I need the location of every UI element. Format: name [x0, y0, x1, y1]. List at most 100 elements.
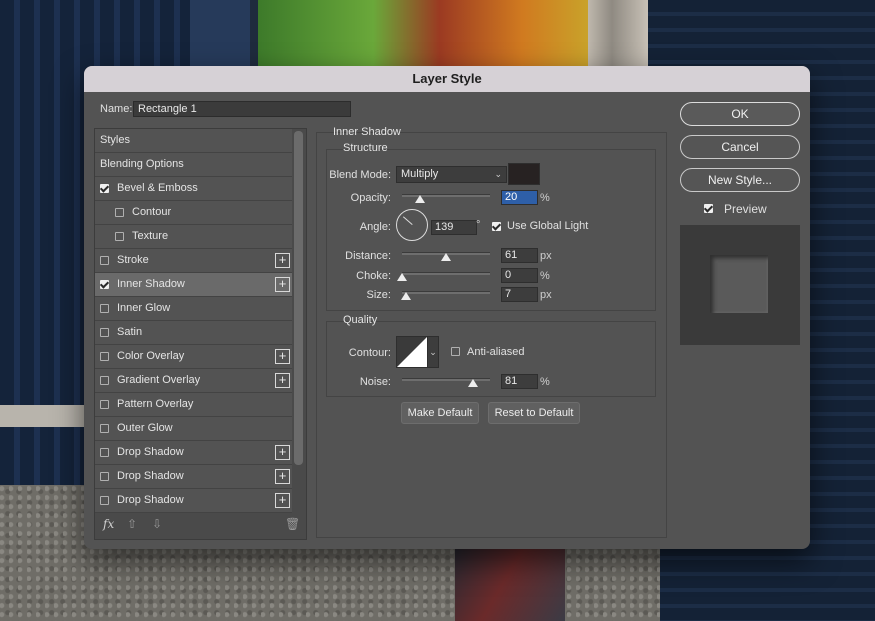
style-checkbox[interactable] [100, 184, 109, 193]
styles-list-item[interactable]: Blending Options [95, 153, 292, 177]
style-label: Texture [132, 230, 169, 242]
background-ledge [0, 405, 85, 427]
styles-list-item[interactable]: Pattern Overlay [95, 393, 292, 417]
styles-list-item[interactable]: Inner Glow [95, 297, 292, 321]
new-style-button[interactable]: New Style... [680, 168, 800, 192]
background-person [455, 548, 565, 621]
add-effect-plus-icon[interactable]: + [275, 349, 290, 364]
style-label: Satin [117, 326, 143, 338]
structure-group: Structure Blend Mode: Multiply ⌄ Opacity… [326, 142, 656, 311]
style-checkbox[interactable] [100, 496, 109, 505]
reset-to-default-button[interactable]: Reset to Default [488, 402, 580, 424]
distance-slider-thumb[interactable] [441, 253, 451, 261]
move-up-icon[interactable]: ⇧ [127, 517, 137, 531]
size-label: Size: [366, 289, 391, 301]
background-poster [258, 0, 588, 70]
style-checkbox[interactable] [100, 304, 109, 313]
name-input[interactable]: Rectangle 1 [133, 101, 351, 117]
style-checkbox[interactable] [100, 256, 109, 265]
style-label: Inner Shadow [117, 278, 185, 290]
use-global-light-checkbox[interactable] [492, 222, 501, 231]
style-checkbox[interactable] [115, 208, 124, 217]
choke-slider[interactable] [402, 272, 490, 275]
preview-square [710, 255, 768, 313]
style-label: Drop Shadow [117, 470, 184, 482]
blend-mode-value: Multiply [401, 168, 439, 180]
style-label: Contour [132, 206, 172, 218]
distance-input[interactable]: 61 [501, 248, 538, 263]
shadow-color-swatch[interactable] [508, 163, 540, 185]
style-label: Drop Shadow [117, 494, 184, 506]
add-effect-plus-icon[interactable]: + [275, 469, 290, 484]
trash-icon[interactable]: 🗑 [285, 517, 300, 531]
angle-unit: ° [476, 219, 481, 231]
size-unit: px [540, 289, 552, 301]
styles-list-item[interactable]: Styles [95, 129, 292, 153]
add-effect-plus-icon[interactable]: + [275, 253, 290, 268]
styles-list-item[interactable]: Satin [95, 321, 292, 345]
add-effect-plus-icon[interactable]: + [275, 277, 290, 292]
style-checkbox[interactable] [100, 472, 109, 481]
styles-list-item[interactable]: Drop Shadow + [95, 489, 292, 513]
styles-list-item[interactable]: Stroke + [95, 249, 292, 273]
styles-footer: fx ⇧ ⇩ 🗑 [95, 511, 306, 537]
choke-slider-thumb[interactable] [397, 273, 407, 281]
style-label: Drop Shadow [117, 446, 184, 458]
style-checkbox[interactable] [100, 328, 109, 337]
fx-icon[interactable]: fx [103, 517, 114, 531]
style-checkbox[interactable] [115, 232, 124, 241]
angle-input[interactable]: 139 [431, 220, 477, 235]
style-checkbox[interactable] [100, 448, 109, 457]
choke-unit: % [540, 270, 550, 282]
choke-label: Choke: [356, 270, 391, 282]
add-effect-plus-icon[interactable]: + [275, 493, 290, 508]
opacity-slider-thumb[interactable] [414, 195, 425, 203]
styles-list-item[interactable]: Contour [95, 201, 292, 225]
distance-label: Distance: [345, 250, 391, 262]
style-label: Inner Glow [117, 302, 171, 314]
style-checkbox[interactable] [100, 352, 109, 361]
add-effect-plus-icon[interactable]: + [275, 445, 290, 460]
add-effect-plus-icon[interactable]: + [275, 373, 290, 388]
structure-title: Structure [343, 142, 388, 154]
contour-dropdown-icon[interactable]: ⌄ [427, 336, 439, 368]
make-default-button[interactable]: Make Default [401, 402, 479, 424]
layer-style-dialog: Layer Style Name: Rectangle 1 Styles Blen… [84, 66, 810, 549]
styles-list-item[interactable]: Outer Glow [95, 417, 292, 441]
angle-dial[interactable] [396, 209, 428, 241]
styles-list-item[interactable]: Texture [95, 225, 292, 249]
style-checkbox[interactable] [100, 376, 109, 385]
choke-input[interactable]: 0 [501, 268, 538, 283]
opacity-input[interactable]: 20 [501, 190, 538, 205]
styles-list-item[interactable]: Drop Shadow + [95, 441, 292, 465]
quality-title: Quality [343, 314, 378, 326]
styles-list-item[interactable]: Inner Shadow + [95, 273, 292, 297]
style-label: Bevel & Emboss [117, 182, 198, 194]
background-frame [190, 0, 250, 70]
preview-checkbox[interactable] [704, 204, 713, 213]
anti-aliased-checkbox[interactable] [451, 347, 460, 356]
angle-needle [402, 216, 413, 225]
styles-list-item[interactable]: Gradient Overlay + [95, 369, 292, 393]
size-input[interactable]: 7 [501, 287, 538, 302]
style-checkbox[interactable] [100, 424, 109, 433]
ok-button[interactable]: OK [680, 102, 800, 126]
style-label: Outer Glow [117, 422, 173, 434]
styles-list-item[interactable]: Drop Shadow + [95, 465, 292, 489]
style-checkbox[interactable] [100, 280, 109, 289]
cancel-button[interactable]: Cancel [680, 135, 800, 159]
styles-scrollbar[interactable] [294, 131, 303, 465]
blend-mode-select[interactable]: Multiply ⌄ [396, 166, 507, 183]
quality-group: Quality Contour: ⌄ Anti-aliased Noise: 8… [326, 314, 656, 397]
styles-list-item[interactable]: Color Overlay + [95, 345, 292, 369]
contour-label: Contour: [348, 347, 391, 359]
styles-panel: Styles Blending Options Bevel & Emboss Cont… [94, 128, 307, 540]
size-slider-thumb[interactable] [401, 292, 412, 300]
styles-list-item[interactable]: Bevel & Emboss [95, 177, 292, 201]
style-checkbox[interactable] [100, 400, 109, 409]
size-slider[interactable] [402, 291, 490, 294]
contour-preview[interactable] [396, 336, 428, 368]
move-down-icon[interactable]: ⇩ [152, 517, 162, 531]
noise-slider-thumb[interactable] [468, 379, 479, 387]
noise-input[interactable]: 81 [501, 374, 538, 389]
